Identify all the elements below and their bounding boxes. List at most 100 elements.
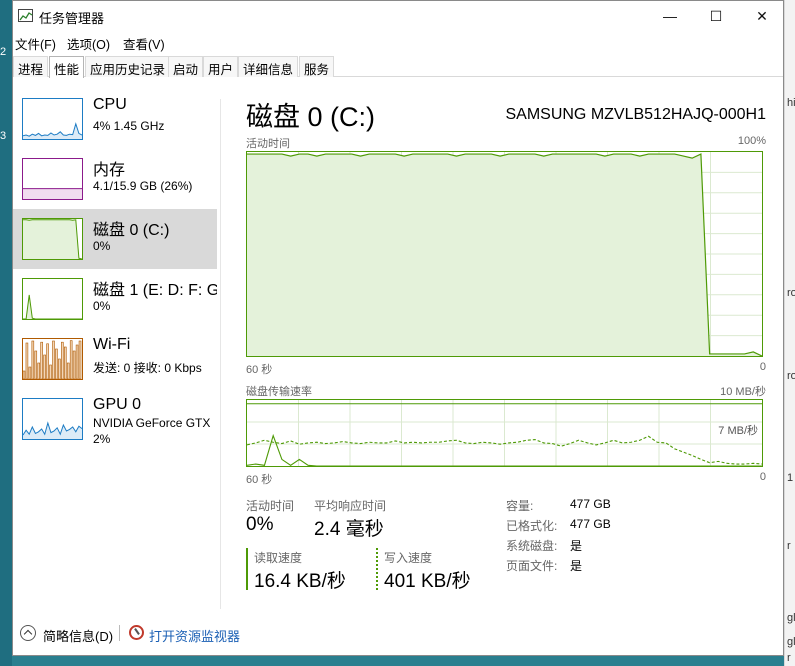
tab-bar: 进程 性能 应用历史记录 启动 用户 详细信息 服务 (13, 55, 783, 78)
desktop-left-strip (0, 0, 12, 666)
sidebar-item-detail: 0% (93, 239, 111, 253)
disk0-thumbnail (22, 218, 83, 260)
menu-view[interactable]: 查看(V) (123, 34, 165, 53)
menu-file[interactable]: 文件(F) (15, 34, 56, 53)
wifi-thumbnail-bar (28, 366, 32, 379)
read-speed-label: 读取速度 (254, 551, 303, 565)
wifi-thumbnail-bar (43, 354, 46, 379)
window-title: 任务管理器 (39, 11, 105, 26)
wifi-thumbnail-bar (34, 350, 38, 379)
system-disk-value: 是 (570, 539, 583, 553)
tab-app-history[interactable]: 应用历史记录 (85, 56, 171, 77)
write-speed-bar (376, 548, 378, 590)
background-window-strip: hi ro ro 1 r gl gl r (784, 0, 795, 666)
disk0-thumbnail-area (23, 219, 82, 259)
tab-details[interactable]: 详细信息 (238, 56, 299, 77)
title-bar[interactable]: 任务管理器 — ☐ ✕ (13, 1, 783, 31)
wifi-thumbnail-bar (52, 340, 55, 379)
sidebar-item-detail: NVIDIA GeForce GTX (93, 416, 211, 430)
write-speed-value: 401 KB/秒 (384, 571, 471, 592)
tab-services[interactable]: 服务 (299, 56, 335, 77)
wifi-thumbnail-bar (63, 346, 67, 379)
open-resource-monitor-link[interactable]: 打开资源监视器 (149, 626, 240, 645)
wifi-thumbnail (22, 338, 83, 380)
sidebar-item-cpu[interactable]: CPU 4% 1.45 GHz (13, 89, 217, 149)
sidebar-item-disk1[interactable]: 磁盘 1 (E: D: F: G:) 0% (13, 269, 217, 329)
wifi-thumbnail-bar (75, 344, 79, 379)
write-speed-label: 写入速度 (384, 551, 433, 565)
menu-bar: 文件(F) 选项(O) 查看(V) (13, 31, 783, 53)
sidebar-item-title: 磁盘 0 (C:) (93, 222, 170, 239)
minimize-button[interactable]: — (647, 1, 693, 31)
sidebar-item-memory[interactable]: 内存 4.1/15.9 GB (26%) (13, 149, 217, 209)
wifi-thumbnail-bar (61, 341, 64, 379)
memory-thumbnail-area (23, 188, 82, 199)
background-text: ro (787, 370, 795, 382)
read-speed-value: 16.4 KB/秒 (254, 571, 346, 592)
response-time-label: 平均响应时间 (314, 499, 387, 513)
sidebar-item-title: 磁盘 1 (E: D: F: G:) (93, 282, 217, 299)
transfer-chart-label: 磁盘传输速率 (246, 386, 312, 398)
cpu-thumbnail-line (23, 122, 82, 137)
desktop-edge-text: 3 (0, 130, 7, 142)
sidebar-item-detail-2: 2% (93, 432, 111, 446)
sidebar-item-detail: 发送: 0 接收: 0 Kbps (93, 361, 202, 375)
sidebar-divider (220, 99, 221, 609)
fewer-details-button[interactable]: 简略信息(D) (43, 626, 113, 645)
disk-detail-panel: 磁盘 0 (C:) SAMSUNG MZVLB512HAJQ-000H1 活动时… (246, 89, 766, 609)
active-time-axis-right: 0 (759, 361, 766, 373)
wifi-thumbnail-bar (37, 362, 41, 379)
performance-sidebar: CPU 4% 1.45 GHz 内存 4.1/15.9 GB (26%) 磁盘 … (13, 89, 219, 609)
gpu-thumbnail-area (23, 423, 82, 439)
active-time-label: 活动时间 (246, 499, 295, 513)
background-text: r (787, 652, 791, 664)
tab-processes[interactable]: 进程 (13, 56, 49, 77)
active-time-axis-left: 60 秒 (246, 364, 273, 376)
wifi-thumbnail-bar (25, 342, 29, 379)
capacity-value: 477 GB (570, 497, 611, 511)
background-text: gl (787, 612, 795, 624)
tab-startup[interactable]: 启动 (168, 56, 204, 77)
wifi-thumbnail-bar (58, 358, 61, 379)
system-disk-label: 系统磁盘: (506, 539, 558, 553)
wifi-thumbnail-bar (69, 340, 73, 379)
menu-options[interactable]: 选项(O) (67, 34, 110, 53)
wifi-thumbnail-bar (55, 348, 58, 379)
disk1-thumbnail (22, 278, 83, 320)
task-manager-window: 任务管理器 — ☐ ✕ 文件(F) 选项(O) 查看(V) 进程 性能 应用历史… (12, 0, 784, 656)
wifi-thumbnail-bar (78, 340, 82, 379)
transfer-axis-right: 0 (759, 471, 766, 483)
close-button[interactable]: ✕ (739, 1, 783, 31)
sidebar-item-title: GPU 0 (93, 396, 142, 413)
sidebar-item-title: CPU (93, 96, 127, 113)
sidebar-item-detail: 4% 1.45 GHz (93, 119, 165, 133)
sidebar-item-detail: 4.1/15.9 GB (26%) (93, 179, 193, 193)
sidebar-item-wifi[interactable]: Wi-Fi 发送: 0 接收: 0 Kbps (13, 329, 217, 389)
tab-users[interactable]: 用户 (203, 56, 239, 77)
wifi-thumbnail-bar (23, 370, 26, 379)
wifi-thumbnail-bar (66, 362, 70, 379)
background-text: hi (787, 97, 795, 109)
wifi-thumbnail-bar (46, 343, 49, 379)
desktop-edge-text: 2 (0, 46, 7, 58)
cpu-thumbnail (22, 98, 83, 140)
footer-bar: 简略信息(D) 打开资源监视器 (13, 613, 783, 653)
resource-monitor-icon (129, 625, 144, 640)
sidebar-item-detail: 0% (93, 299, 111, 313)
tab-performance[interactable]: 性能 (49, 56, 85, 78)
sidebar-item-disk0[interactable]: 磁盘 0 (C:) 0% (13, 209, 217, 269)
sidebar-item-gpu0[interactable]: GPU 0 NVIDIA GeForce GTX 2% (13, 389, 217, 449)
wifi-thumbnail-bar (49, 364, 52, 379)
gpu-thumbnail (22, 398, 83, 440)
background-text: 1 (787, 472, 794, 484)
active-time-chart-max: 100% (737, 135, 766, 147)
background-text: gl (787, 636, 795, 648)
active-time-chart (246, 151, 763, 357)
maximize-button[interactable]: ☐ (693, 1, 739, 31)
read-speed-bar (246, 548, 248, 590)
page-title: 磁盘 0 (C:) (246, 102, 376, 132)
chevron-up-icon[interactable] (20, 625, 36, 641)
wifi-thumbnail-bar (72, 350, 76, 379)
capacity-label: 容量: (506, 499, 534, 513)
active-time-chart-label: 活动时间 (246, 138, 290, 150)
